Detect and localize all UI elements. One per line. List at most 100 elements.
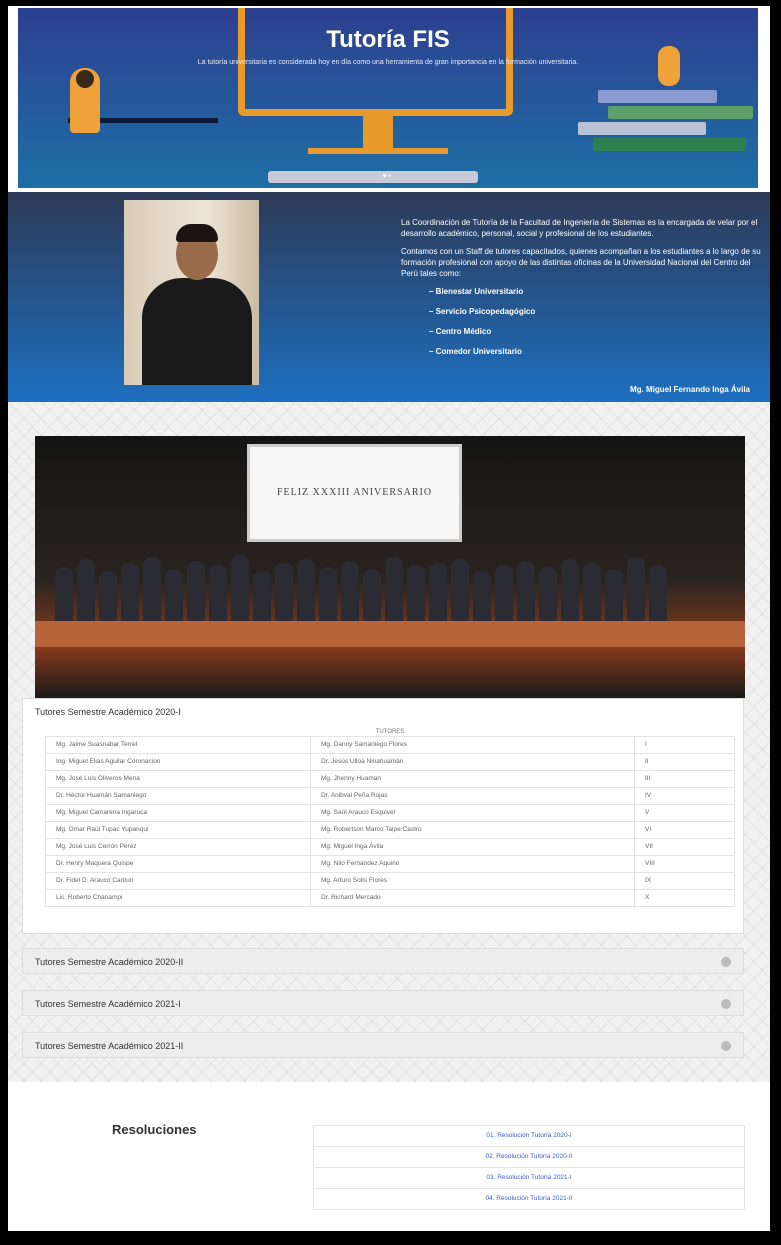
table-row: Mg. Jaime Suasnabar Terrel Mg. Danny Sama…: [45, 735, 735, 754]
table-row: Ing. Miguel Elias Aguilar Coronacion Dr. …: [45, 752, 735, 771]
resoluciones-title: Resoluciones: [112, 1122, 197, 1137]
event-photo: FELIZ XXXIII ANIVERSARIO: [35, 436, 745, 698]
person-silhouette: [561, 559, 579, 629]
table-cell: Mg. Nilo Fernandez Aquino: [310, 854, 635, 873]
person-silhouette: [55, 567, 73, 629]
person-silhouette: [583, 563, 601, 629]
resolution-link[interactable]: 01. Resolución Tutoría 2020-I: [313, 1125, 745, 1147]
person-silhouette: [341, 561, 359, 629]
books-illustration: [578, 90, 753, 160]
person-silhouette: [165, 569, 183, 629]
person-silhouette: [363, 569, 381, 629]
carousel-dots[interactable]: [383, 164, 395, 177]
person-silhouette: [187, 561, 205, 629]
accordion-label: Tutores Semestre Académico 2020-II: [35, 957, 184, 967]
coordinator-paragraph: La Coordinación de Tutoría de la Faculta…: [401, 218, 758, 238]
person-head-illustration: [76, 70, 94, 88]
person-silhouette: [495, 565, 513, 629]
carousel-dot[interactable]: [383, 174, 386, 177]
person-silhouette: [627, 557, 645, 629]
coordinator-section: La Coordinación de Tutoría de la Faculta…: [8, 192, 770, 402]
table-cell: Mg. Miguel Inga Ávila: [310, 837, 635, 856]
table-cell: Mg. José Luis Oliveros Mena: [45, 769, 311, 788]
table-cell: Mg. José Luis Cerrón Pérez: [45, 837, 311, 856]
table-cell: Mg. Omar Raúl Tupac Yupanqui: [45, 820, 311, 839]
person-silhouette: [451, 559, 469, 629]
coordinator-signature: Mg. Miguel Fernando Inga Ávila: [629, 385, 750, 394]
hero-banner: Tutoría FIS La tutoría universitaria es …: [18, 8, 758, 188]
table-cell: Lic. Roberto Chanampi: [45, 888, 311, 907]
accordion-2020-2[interactable]: Tutores Semestre Académico 2020-II: [22, 948, 744, 974]
table-row: Dr. Henry Maquera Quispe Mg. Nilo Fernand…: [45, 854, 735, 873]
person-silhouette: [539, 567, 557, 629]
expand-icon[interactable]: [721, 999, 731, 1009]
person-silhouette: [649, 565, 667, 629]
table-row: Dr. Fidel D. Arauco Canturi Mg. Arturo So…: [45, 871, 735, 890]
table-cell: X: [634, 888, 735, 907]
tutors-table: TUTORES Mg. Jaime Suasnabar Terrel Mg. Da…: [45, 728, 735, 907]
services-list: – Bienestar Universitario – Servicio Psi…: [429, 286, 766, 357]
hero-title: Tutoría FIS: [326, 26, 450, 53]
table-cell: VIII: [634, 854, 735, 873]
panel-title[interactable]: Tutores Semestre Académico 2020-I: [35, 707, 181, 717]
table-cell: IV: [634, 786, 735, 805]
table-cell: Mg. Jhenny Huaman: [310, 769, 635, 788]
resolution-link[interactable]: 03. Resolución Tutoría 2021-I: [313, 1167, 745, 1189]
table-cell: Mg. Miguel Camarena Ingaruca: [45, 803, 311, 822]
monitor-stand-illustration: [363, 116, 393, 148]
carousel-dot[interactable]: [388, 174, 391, 177]
person-silhouette: [429, 563, 447, 629]
service-item: – Servicio Psicopedagógico: [429, 307, 536, 316]
table-row: Mg. José Luis Cerrón Pérez Mg. Miguel Ing…: [45, 837, 735, 856]
table-cell: Dr. Fidel D. Arauco Canturi: [45, 871, 311, 890]
table-row: Mg. Omar Raúl Tupac Yupanqui Mg. Robertso…: [45, 820, 735, 839]
resoluciones-list: 01. Resolución Tutoría 2020-I 02. Resolu…: [313, 1125, 745, 1210]
table-cell: Dr. Jesús Ulloa Ninahuamán: [310, 752, 635, 771]
book-shape: [593, 138, 746, 151]
table-header: TUTORES: [375, 728, 405, 735]
table-cell: I: [634, 735, 735, 754]
resolution-link[interactable]: 04. Resolución Tutoría 2021-II: [313, 1188, 745, 1210]
person-silhouette: [77, 559, 95, 629]
person-silhouette: [297, 559, 315, 629]
tutors-2020-1-panel: Tutores Semestre Académico 2020-I TUTORE…: [22, 698, 744, 934]
keyboard-illustration: [268, 171, 478, 183]
table-cell: Mg. Saúl Arauco Esquivel: [310, 803, 635, 822]
resolution-link[interactable]: 02. Resolución Tutoría 2020-II: [313, 1146, 745, 1168]
book-shape: [608, 106, 753, 119]
person-silhouette: [605, 569, 623, 629]
person-silhouette: [319, 567, 337, 629]
screen-text: FELIZ XXXIII ANIVERSARIO: [276, 487, 433, 498]
accordion-2021-2[interactable]: Tutores Semestre Académico 2021-II: [22, 1032, 744, 1058]
page-frame: Tutoría FIS La tutoría universitaria es …: [8, 6, 770, 1231]
table-cell: Mg. Arturo Solís Flores: [310, 871, 635, 890]
projector-screen: FELIZ XXXIII ANIVERSARIO: [247, 444, 462, 542]
table-row: Mg. José Luis Oliveros Mena Mg. Jhenny Hu…: [45, 769, 735, 788]
table-row: Lic. Roberto Chanampi Dr. Richard Mercado…: [45, 888, 735, 907]
person-silhouette: [231, 555, 249, 629]
table-cell: Mg. Robertson Marco Taipe Castro: [310, 820, 635, 839]
table-cell: Ing. Miguel Elias Aguilar Coronacion: [45, 752, 311, 771]
photo-hair: [176, 224, 218, 242]
coordinator-paragraph: Contamos con un Staff de tutores capacit…: [401, 247, 761, 278]
accordion-label: Tutores Semestre Académico 2021-I: [35, 999, 181, 1009]
service-item: – Comedor Universitario: [429, 347, 522, 356]
coordinator-photo: [124, 200, 259, 385]
coordinator-text: La Coordinación de Tutoría de la Faculta…: [401, 217, 766, 366]
expand-icon[interactable]: [721, 1041, 731, 1051]
person-silhouette: [143, 557, 161, 629]
person-silhouette: [407, 565, 425, 629]
table-cell: Dr. Anibval Peña Rojas: [310, 786, 635, 805]
person-silhouette: [209, 565, 227, 629]
service-item: – Centro Médico: [429, 327, 492, 336]
book-shape: [598, 90, 717, 103]
table-cell: Dr. Henry Maquera Quispe: [45, 854, 311, 873]
accordion-2021-1[interactable]: Tutores Semestre Académico 2021-I: [22, 990, 744, 1016]
service-item: – Bienestar Universitario: [429, 287, 524, 296]
person-silhouette: [121, 563, 139, 629]
book-shape: [578, 122, 706, 135]
accordion-label: Tutores Semestre Académico 2021-II: [35, 1041, 184, 1051]
group-of-people: [55, 544, 675, 629]
table-row: Dr. Héctor Huamán Samaniego Dr. Anibval P…: [45, 786, 735, 805]
expand-icon[interactable]: [721, 957, 731, 967]
